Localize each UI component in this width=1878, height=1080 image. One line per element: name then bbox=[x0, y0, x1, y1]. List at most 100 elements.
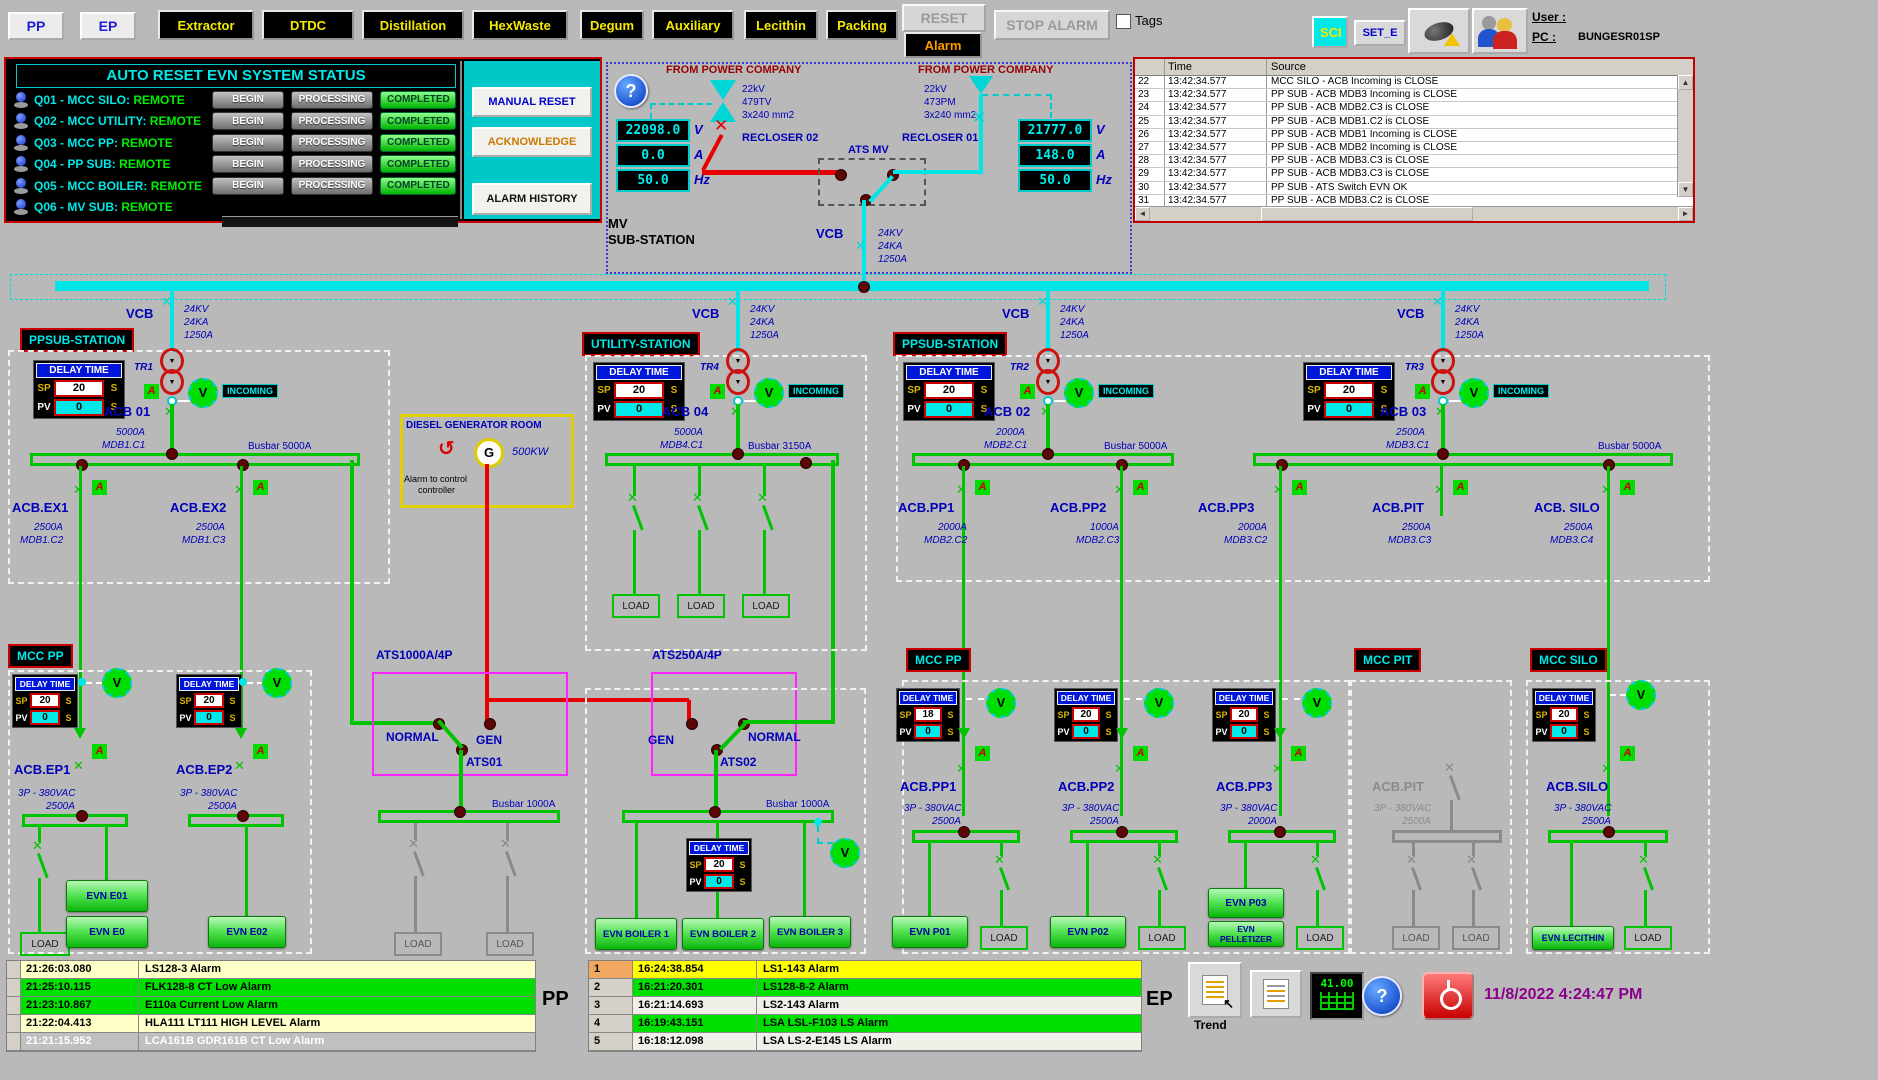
completed-button[interactable]: COMPLETED bbox=[380, 134, 456, 152]
vcb-breaker-icon[interactable] bbox=[1432, 296, 1443, 309]
processing-button[interactable]: PROCESSING bbox=[291, 155, 373, 173]
scroll-thumb[interactable] bbox=[1261, 207, 1473, 221]
ep-alarm-row[interactable]: 1 16:24:38.854 LS1-143 Alarm bbox=[589, 961, 1141, 979]
nav-distillation-button[interactable]: Distillation bbox=[362, 10, 464, 40]
begin-button[interactable]: BEGIN bbox=[212, 177, 284, 195]
completed-button[interactable]: COMPLETED bbox=[380, 91, 456, 109]
acb-ex2-breaker-icon[interactable] bbox=[234, 484, 245, 497]
sp-value[interactable]: 20 bbox=[30, 693, 60, 708]
breaker-icon[interactable] bbox=[1638, 854, 1649, 867]
sp-value[interactable]: 20 bbox=[1324, 382, 1374, 399]
breaker-icon[interactable] bbox=[1310, 854, 1321, 867]
vcb-breaker-icon[interactable] bbox=[855, 240, 866, 253]
nav-extractor-button[interactable]: Extractor bbox=[158, 10, 254, 40]
sp-value[interactable]: 20 bbox=[1230, 707, 1258, 722]
ep-alarm-row[interactable]: 4 16:19:43.151 LSA LSL-F103 LS Alarm bbox=[589, 1015, 1141, 1033]
acb-ep1-breaker-icon[interactable] bbox=[73, 760, 84, 773]
breaker-icon[interactable] bbox=[1601, 763, 1612, 776]
ep-alarm-row[interactable]: 3 16:21:14.693 LS2-143 Alarm bbox=[589, 997, 1141, 1015]
vcb-breaker-icon[interactable] bbox=[161, 296, 172, 309]
nav-pp-button[interactable]: PP bbox=[8, 12, 64, 40]
completed-button[interactable]: COMPLETED bbox=[380, 155, 456, 173]
begin-button[interactable]: BEGIN bbox=[212, 112, 284, 130]
acknowledge-button[interactable]: ACKNOWLEDGE bbox=[472, 127, 592, 157]
alarm-row[interactable]: 26 13:42:34.577 PP SUB - ACB MDB1 Incomi… bbox=[1135, 129, 1678, 142]
sp-value[interactable]: 18 bbox=[914, 707, 942, 722]
begin-button[interactable]: BEGIN bbox=[212, 91, 284, 109]
sp-value[interactable]: 20 bbox=[614, 382, 664, 399]
pp-alarm-row[interactable]: 21:26:03.080 LS128-3 Alarm bbox=[7, 961, 535, 979]
voltmeter-incoming[interactable] bbox=[1064, 378, 1094, 408]
help-icon[interactable]: ? bbox=[614, 74, 648, 108]
breaker-icon[interactable] bbox=[757, 492, 768, 505]
nav-degum-button[interactable]: Degum bbox=[580, 10, 644, 40]
breaker-icon[interactable] bbox=[627, 492, 638, 505]
evn-e0-button[interactable]: EVN E0 bbox=[66, 916, 148, 948]
voltmeter[interactable] bbox=[986, 688, 1016, 718]
alarm-row[interactable]: 30 13:42:34.577 PP SUB - ATS Switch EVN … bbox=[1135, 182, 1678, 195]
stop-alarm-button[interactable]: STOP ALARM bbox=[994, 10, 1110, 40]
col-time[interactable]: Time bbox=[1165, 59, 1267, 75]
sp-value[interactable]: 20 bbox=[1550, 707, 1578, 722]
alarm-row[interactable]: 29 13:42:34.577 PP SUB - ACB MDB3.C3 is … bbox=[1135, 168, 1678, 181]
nav-hexwaste-button[interactable]: HexWaste bbox=[472, 10, 568, 40]
breaker-icon[interactable] bbox=[1406, 854, 1417, 867]
voltmeter-incoming[interactable] bbox=[188, 378, 218, 408]
pp-alarm-row[interactable]: 21:23:10.867 E110a Current Low Alarm bbox=[7, 997, 535, 1015]
nav-lecithin-button[interactable]: Lecithin bbox=[744, 10, 818, 40]
evn-p02-button[interactable]: EVN P02 bbox=[1050, 916, 1126, 948]
alarm-row[interactable]: 27 13:42:34.577 PP SUB - ACB MDB2 Incomi… bbox=[1135, 142, 1678, 155]
generator-icon[interactable]: G bbox=[474, 438, 504, 468]
evn-e01-button[interactable]: EVN E01 bbox=[66, 880, 148, 912]
report-button[interactable] bbox=[1250, 970, 1302, 1018]
evn-p03-button[interactable]: EVN P03 bbox=[1208, 888, 1284, 918]
breaker-icon[interactable] bbox=[1152, 854, 1163, 867]
pp-alarm-row[interactable]: 21:25:10.115 FLK128-8 CT Low Alarm bbox=[7, 979, 535, 997]
trend-button[interactable] bbox=[1188, 962, 1242, 1018]
power-button[interactable] bbox=[1422, 972, 1474, 1020]
breaker-icon[interactable] bbox=[408, 838, 419, 851]
sp-value[interactable]: 20 bbox=[704, 857, 734, 872]
voltmeter[interactable] bbox=[1144, 688, 1174, 718]
alarm-row[interactable]: 24 13:42:34.577 PP SUB - ACB MDB2.C3 is … bbox=[1135, 102, 1678, 115]
evn-pelletizer-button[interactable]: EVN PELLETIZER bbox=[1208, 921, 1284, 947]
processing-button[interactable]: PROCESSING bbox=[291, 91, 373, 109]
nav-auxiliary-button[interactable]: Auxiliary bbox=[652, 10, 734, 40]
voltmeter[interactable] bbox=[1626, 680, 1656, 710]
scroll-left-icon[interactable]: ◄ bbox=[1135, 207, 1150, 221]
scroll-down-icon[interactable]: ▼ bbox=[1678, 182, 1693, 197]
ep-alarm-row[interactable]: 2 16:21:20.301 LS128-8-2 Alarm bbox=[589, 979, 1141, 997]
breaker-icon[interactable] bbox=[994, 854, 1005, 867]
voltmeter-incoming[interactable] bbox=[1459, 378, 1489, 408]
nav-packing-button[interactable]: Packing bbox=[826, 10, 898, 40]
acb-pp3-breaker-icon[interactable] bbox=[1273, 484, 1284, 497]
sp-value[interactable]: 20 bbox=[924, 382, 974, 399]
scroll-up-icon[interactable]: ▲ bbox=[1678, 75, 1693, 90]
begin-button[interactable]: BEGIN bbox=[212, 134, 284, 152]
alarm-row[interactable]: 25 13:42:34.577 PP SUB - ACB MDB1.C2 is … bbox=[1135, 116, 1678, 129]
sp-value[interactable]: 20 bbox=[194, 693, 224, 708]
sci-button[interactable]: SCI bbox=[1312, 16, 1348, 48]
pp-alarm-row[interactable]: 21:22:04.413 HLA111 LT111 HIGH LEVEL Ala… bbox=[7, 1015, 535, 1033]
alarm-history-button[interactable]: ALARM HISTORY bbox=[472, 183, 592, 215]
evn-e02-button[interactable]: EVN E02 bbox=[208, 916, 286, 948]
users-button[interactable] bbox=[1472, 8, 1528, 54]
voltmeter[interactable] bbox=[830, 838, 860, 868]
alarm-button[interactable]: Alarm bbox=[904, 32, 982, 58]
manual-reset-button[interactable]: MANUAL RESET bbox=[472, 87, 592, 117]
alarm-row[interactable]: 22 13:42:34.577 MCC SILO - ACB Incoming … bbox=[1135, 76, 1678, 89]
sp-value[interactable]: 20 bbox=[1072, 707, 1100, 722]
acb-ex1-breaker-icon[interactable] bbox=[73, 484, 84, 497]
recloser-02-breaker-icon[interactable] bbox=[714, 120, 728, 133]
evn-lecithin-button[interactable]: EVN LECITHIN bbox=[1532, 926, 1614, 950]
set-e-button[interactable]: SET_E bbox=[1354, 20, 1406, 46]
begin-button[interactable]: BEGIN bbox=[212, 155, 284, 173]
breaker-icon[interactable] bbox=[32, 840, 43, 853]
completed-button[interactable]: COMPLETED bbox=[380, 177, 456, 195]
acb-ep2-breaker-icon[interactable] bbox=[234, 760, 245, 773]
nav-dtdc-button[interactable]: DTDC bbox=[262, 10, 354, 40]
sp-value[interactable]: 20 bbox=[54, 380, 104, 397]
alarm-row[interactable]: 23 13:42:34.577 PP SUB - ACB MDB3 Incomi… bbox=[1135, 89, 1678, 102]
scroll-right-icon[interactable]: ► bbox=[1678, 207, 1693, 221]
processing-button[interactable]: PROCESSING bbox=[291, 177, 373, 195]
